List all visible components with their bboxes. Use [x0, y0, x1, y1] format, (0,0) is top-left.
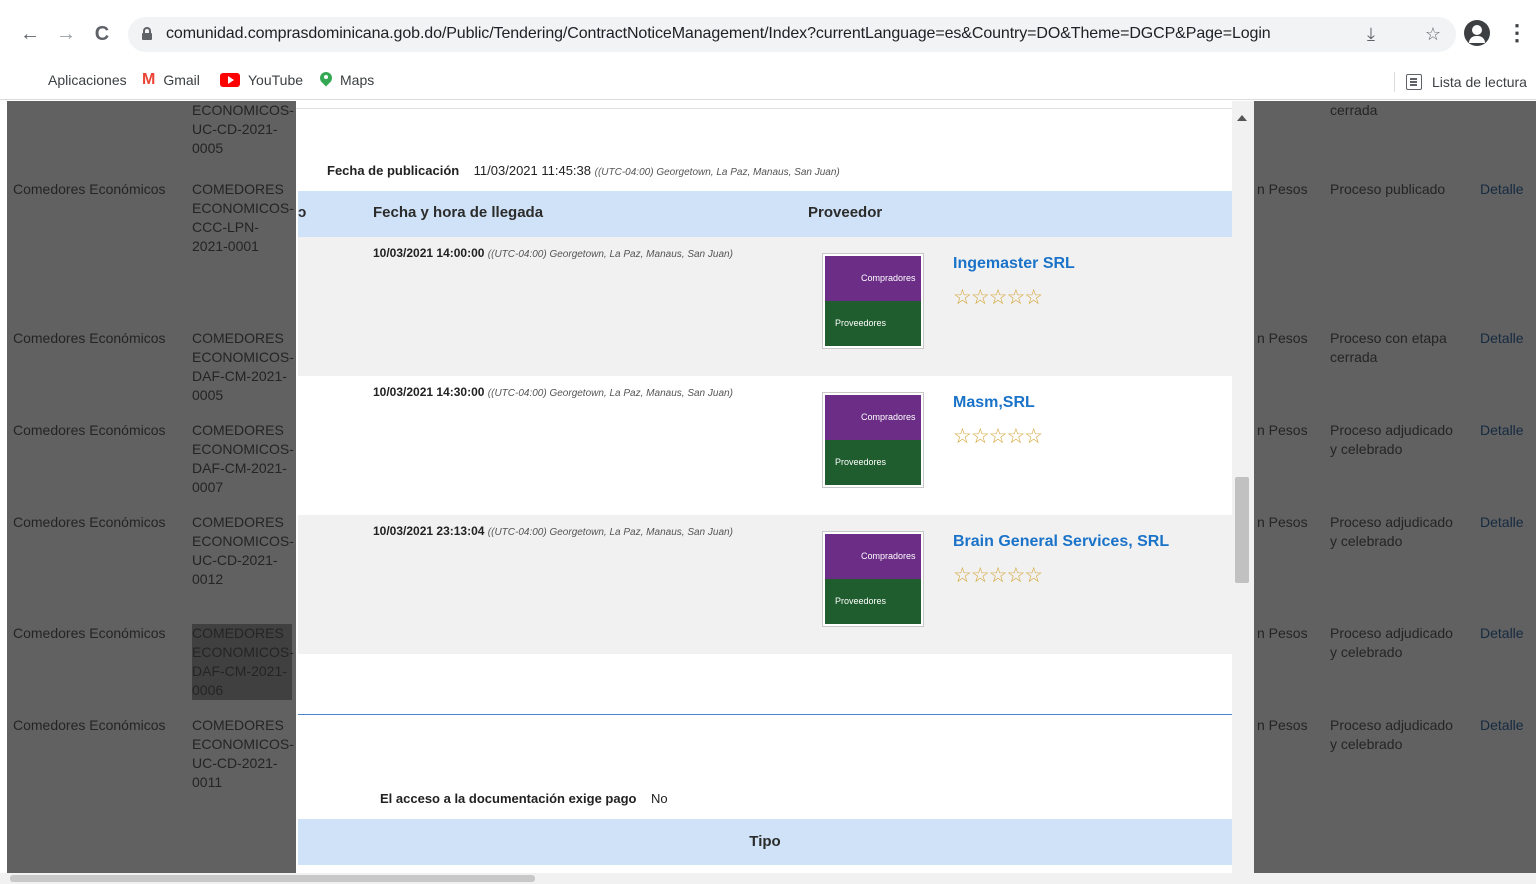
- bookmark-youtube[interactable]: YouTube: [220, 68, 303, 92]
- modal-divider: [296, 108, 1232, 109]
- offer-row: 10/03/2021 23:13:04 ((UTC-04:00) Georget…: [298, 515, 1232, 654]
- offer-timezone: ((UTC-04:00) Georgetown, La Paz, Manaus,…: [487, 527, 733, 538]
- bookmarks-separator: [1394, 72, 1395, 92]
- logo-top-label: Compradores: [861, 551, 916, 561]
- offer-row: 10/03/2021 14:00:00 ((UTC-04:00) Georget…: [298, 237, 1232, 376]
- offer-datetime: 10/03/2021 14:00:00: [373, 246, 485, 260]
- horizontal-scrollbar-thumb[interactable]: [10, 875, 535, 882]
- bookmark-label: Aplicaciones: [48, 72, 127, 88]
- back-icon[interactable]: ←: [18, 22, 42, 46]
- section-divider: [298, 714, 1232, 715]
- offer-arrival-datetime: 10/03/2021 23:13:04 ((UTC-04:00) Georget…: [373, 524, 733, 538]
- bookmark-label: Maps: [340, 72, 375, 88]
- lock-icon[interactable]: [142, 27, 152, 40]
- clipped-header-fragment: ɔ: [298, 204, 307, 221]
- rating-stars-icon: ☆☆☆☆☆: [953, 286, 1043, 309]
- logo-bottom-label: Proveedores: [835, 318, 887, 328]
- download-icon[interactable]: ⤓: [1360, 23, 1382, 45]
- rating-stars-icon: ☆☆☆☆☆: [953, 564, 1043, 587]
- bookmark-gmail[interactable]: M Gmail: [142, 68, 200, 92]
- supplier-logo: Compradores Proveedores: [822, 392, 924, 488]
- bookmark-label: YouTube: [248, 72, 304, 88]
- bookmark-apps[interactable]: Aplicaciones: [24, 68, 127, 92]
- offers-modal: Fecha de publicación 11/03/2021 11:45:38…: [296, 101, 1254, 873]
- modal-scrollbar-thumb[interactable]: [1235, 477, 1249, 583]
- offer-row: 10/03/2021 14:30:00 ((UTC-04:00) Georget…: [298, 376, 1232, 515]
- profile-avatar-icon[interactable]: [1464, 20, 1490, 46]
- documentation-payment-field: El acceso a la documentación exige pago …: [380, 791, 668, 806]
- documentation-payment-value: No: [650, 791, 668, 806]
- logo-top-label: Compradores: [861, 412, 916, 422]
- offer-timezone: ((UTC-04:00) Georgetown, La Paz, Manaus,…: [487, 388, 733, 399]
- reading-list-icon: [1406, 74, 1422, 90]
- offer-arrival-datetime: 10/03/2021 14:30:00 ((UTC-04:00) Georget…: [373, 385, 733, 399]
- bookmark-label: Gmail: [163, 72, 200, 88]
- supplier-name-link[interactable]: Masm,SRL: [953, 394, 1035, 412]
- publication-date: Fecha de publicación 11/03/2021 11:45:38…: [327, 163, 840, 178]
- maps-pin-icon: [320, 72, 332, 88]
- publication-timezone: ((UTC-04:00) Georgetown, La Paz, Manaus,…: [594, 167, 840, 178]
- bookmark-star-icon[interactable]: ☆: [1422, 23, 1444, 45]
- logo-top-label: Compradores: [861, 273, 916, 283]
- tipo-table-header: Tipo: [298, 819, 1232, 865]
- forward-icon[interactable]: →: [54, 22, 78, 46]
- column-arrival-header: Fecha y hora de llegada: [373, 204, 544, 221]
- offer-arrival-datetime: 10/03/2021 14:00:00 ((UTC-04:00) Georget…: [373, 246, 733, 260]
- scroll-up-arrow-icon[interactable]: [1237, 115, 1247, 121]
- apps-grid-icon: [24, 72, 40, 88]
- column-tipo-header: Tipo: [749, 833, 781, 850]
- offer-datetime: 10/03/2021 14:30:00: [373, 385, 485, 399]
- horizontal-scrollbar[interactable]: [0, 873, 1536, 884]
- supplier-logo: Compradores Proveedores: [822, 253, 924, 349]
- offer-datetime: 10/03/2021 23:13:04: [373, 524, 485, 538]
- browser-menu-icon[interactable]: ⋮: [1506, 20, 1528, 46]
- rating-stars-icon: ☆☆☆☆☆: [953, 425, 1043, 448]
- supplier-logo: Compradores Proveedores: [822, 531, 924, 627]
- youtube-icon: [220, 73, 240, 87]
- logo-bottom-label: Proveedores: [835, 596, 887, 606]
- publication-date-value: 11/03/2021 11:45:38: [473, 163, 592, 178]
- bookmark-maps[interactable]: Maps: [320, 68, 374, 92]
- supplier-name-link[interactable]: Brain General Services, SRL: [953, 533, 1169, 551]
- publication-date-label: Fecha de publicación: [327, 163, 460, 178]
- offer-timezone: ((UTC-04:00) Georgetown, La Paz, Manaus,…: [487, 249, 733, 260]
- reading-list-button[interactable]: Lista de lectura: [1406, 70, 1527, 94]
- reload-icon[interactable]: C: [90, 22, 114, 46]
- offers-table-header: ɔ Fecha y hora de llegada Proveedor: [298, 191, 1232, 237]
- documentation-payment-label: El acceso a la documentación exige pago: [380, 791, 637, 806]
- gmail-icon: M: [142, 71, 156, 88]
- browser-toolbar: ← → C comunidad.comprasdominicana.gob.do…: [0, 0, 1536, 64]
- address-bar[interactable]: comunidad.comprasdominicana.gob.do/Publi…: [128, 17, 1456, 52]
- url-text[interactable]: comunidad.comprasdominicana.gob.do/Publi…: [166, 25, 1271, 43]
- reading-list-label: Lista de lectura: [1432, 74, 1527, 90]
- column-supplier-header: Proveedor: [808, 204, 883, 221]
- logo-bottom-label: Proveedores: [835, 457, 887, 467]
- bookmarks-bar: Aplicaciones M Gmail YouTube Maps Lista …: [0, 64, 1536, 100]
- supplier-name-link[interactable]: Ingemaster SRL: [953, 255, 1075, 273]
